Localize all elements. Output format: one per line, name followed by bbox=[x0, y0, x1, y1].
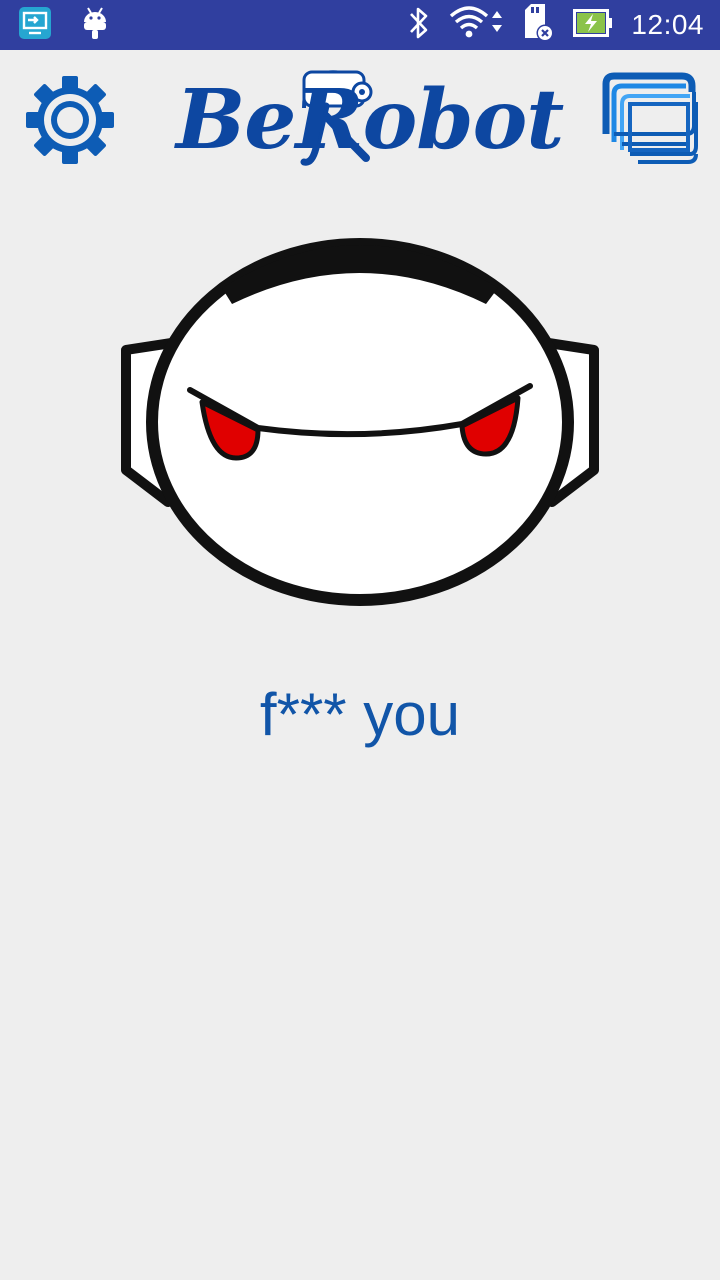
gear-icon bbox=[24, 76, 116, 170]
stacked-windows-icon bbox=[600, 72, 700, 172]
cast-screen-icon bbox=[18, 6, 52, 45]
bluetooth-icon bbox=[407, 4, 431, 47]
wifi-icon bbox=[449, 5, 503, 46]
windows-button[interactable] bbox=[600, 72, 700, 168]
status-bar-right: 12:04 bbox=[407, 3, 704, 47]
robot-speech-text: f*** you bbox=[259, 681, 461, 748]
brand-logo: BeRobot bbox=[176, 68, 564, 172]
logo-text: BeRobot bbox=[176, 72, 564, 168]
status-bar-left bbox=[18, 6, 108, 45]
status-time: 12:04 bbox=[631, 9, 704, 40]
app-header: BeRobot bbox=[0, 50, 720, 190]
sd-card-icon bbox=[521, 3, 555, 47]
battery-charging-icon bbox=[573, 8, 613, 43]
robot-face bbox=[118, 222, 602, 614]
status-bar: 12:04 bbox=[0, 0, 720, 50]
android-debug-icon bbox=[82, 6, 108, 45]
settings-button[interactable] bbox=[24, 74, 116, 166]
